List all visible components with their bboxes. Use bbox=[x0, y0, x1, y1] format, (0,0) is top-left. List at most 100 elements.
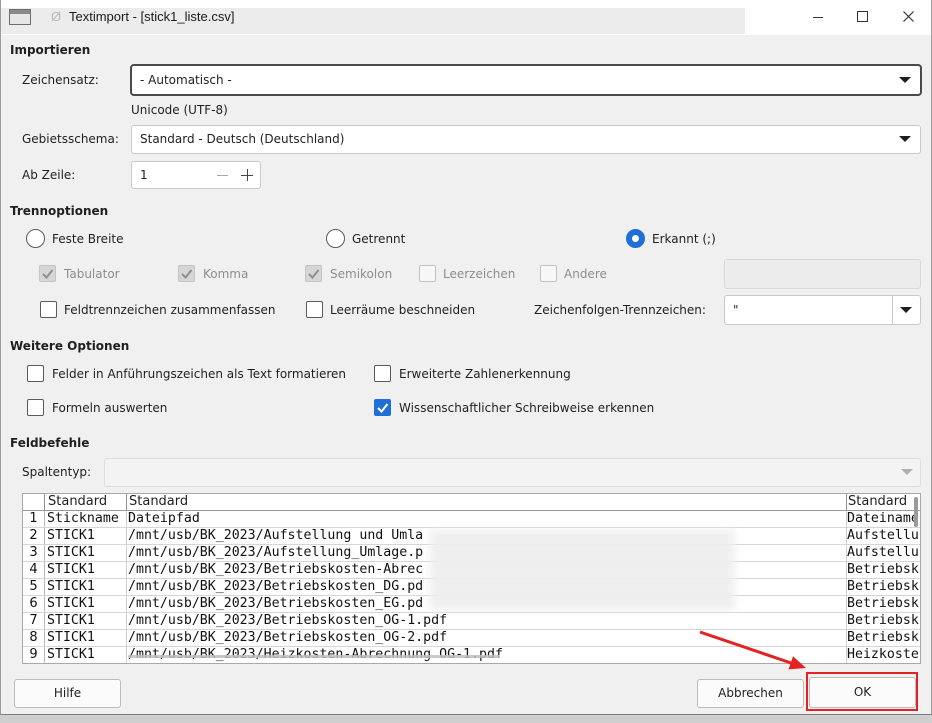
horizontal-scrollbar[interactable] bbox=[128, 655, 500, 658]
decrement-button[interactable] bbox=[210, 162, 234, 188]
table-cell[interactable]: Betriebsk bbox=[847, 613, 920, 629]
close-button[interactable] bbox=[885, 2, 931, 32]
charset-detected: Unicode (UTF-8) bbox=[131, 103, 228, 117]
separator-heading: Trennoptionen bbox=[10, 204, 109, 218]
table-row[interactable]: 1 Stickname Dateipfad Dateiname bbox=[23, 511, 920, 528]
checkmark-icon bbox=[377, 403, 389, 413]
space-label: Leerzeichen bbox=[443, 267, 516, 281]
checkbox-box bbox=[306, 301, 323, 318]
table-cell[interactable]: STICK1 bbox=[45, 528, 127, 544]
table-cell[interactable]: Stickname bbox=[45, 511, 127, 527]
table-cell[interactable]: Betriebsk bbox=[847, 630, 920, 646]
table-cell[interactable]: STICK1 bbox=[45, 596, 127, 612]
checkbox-box bbox=[374, 399, 391, 416]
table-cell[interactable]: STICK1 bbox=[45, 562, 127, 578]
chevron-down-icon bbox=[901, 469, 913, 475]
checkbox-box bbox=[40, 301, 57, 318]
minimize-icon bbox=[813, 17, 823, 18]
checkbox-box bbox=[419, 265, 436, 282]
close-icon bbox=[903, 11, 914, 22]
other-separator-input[interactable] bbox=[724, 259, 921, 289]
table-row[interactable]: 8 STICK1/mnt/usb/BK_2023/Betriebskosten_O… bbox=[23, 630, 920, 647]
cancel-button[interactable]: Abbrechen bbox=[697, 679, 804, 708]
checkbox-box bbox=[39, 265, 56, 282]
table-cell[interactable]: /mnt/usb/BK_2023/Betriebskosten_OG-2.pdf bbox=[127, 630, 847, 646]
evaluate-formulas-label: Formeln auswerten bbox=[52, 401, 168, 415]
increment-button[interactable] bbox=[234, 162, 258, 188]
from-row-stepper[interactable]: 1 bbox=[131, 161, 261, 189]
table-cell[interactable]: Betriebsk bbox=[847, 562, 920, 578]
table-cell[interactable]: STICK1 bbox=[45, 647, 127, 663]
table-cell[interactable]: Dateipfad bbox=[127, 511, 847, 527]
table-cell[interactable]: Dateiname bbox=[847, 511, 920, 527]
locale-dropdown[interactable]: Standard - Deutsch (Deutschland) bbox=[131, 125, 921, 154]
checkmark-icon bbox=[181, 269, 193, 279]
other-label: Andere bbox=[564, 267, 607, 281]
vertical-scrollbar[interactable] bbox=[914, 497, 918, 527]
trim-spaces-label: Leerräume beschneiden bbox=[330, 303, 476, 317]
string-delimiter-dropdown[interactable]: " bbox=[724, 295, 921, 325]
table-cell[interactable]: STICK1 bbox=[45, 630, 127, 646]
other-options-heading: Weitere Optionen bbox=[10, 339, 130, 353]
table-cell[interactable]: Aufstellu bbox=[847, 545, 920, 561]
minus-icon bbox=[217, 175, 228, 176]
minimize-button[interactable] bbox=[795, 2, 841, 32]
row-number[interactable]: 8 bbox=[23, 630, 45, 646]
column-type-label: Spaltentyp: bbox=[22, 465, 92, 479]
preview-grid[interactable]: Standard Standard Standard 1 Stickname Dat… bbox=[22, 493, 921, 664]
row-number[interactable]: 9 bbox=[23, 647, 45, 663]
column-type-dropdown[interactable] bbox=[104, 458, 921, 487]
maximize-button[interactable] bbox=[839, 2, 885, 32]
table-cell[interactable]: Betriebsk bbox=[847, 579, 920, 595]
separated-label: Getrennt bbox=[352, 232, 406, 246]
tabulator-label: Tabulator bbox=[64, 267, 120, 281]
table-cell[interactable]: Aufstellu bbox=[847, 528, 920, 544]
help-button[interactable]: Hilfe bbox=[14, 679, 121, 708]
table-cell[interactable]: STICK1 bbox=[45, 545, 127, 561]
checkbox-box bbox=[178, 265, 195, 282]
column-header-3[interactable]: Standard bbox=[847, 494, 920, 511]
window-icon bbox=[9, 9, 31, 25]
row-number[interactable]: 3 bbox=[23, 545, 45, 561]
checkbox-box bbox=[305, 265, 322, 282]
radio-circle bbox=[326, 229, 345, 248]
checkmark-icon bbox=[308, 269, 320, 279]
column-header-1[interactable]: Standard bbox=[45, 494, 127, 511]
table-cell[interactable]: Betriebsk bbox=[847, 596, 920, 612]
title-bar[interactable]: Ø Textimport - [stick1_liste.csv] bbox=[0, 0, 932, 35]
chevron-down-icon[interactable] bbox=[900, 307, 912, 313]
row-number[interactable]: 2 bbox=[23, 528, 45, 544]
title-prefix: Ø bbox=[51, 9, 62, 24]
row-number[interactable]: 1 bbox=[23, 511, 45, 527]
radio-circle bbox=[626, 229, 645, 248]
window-title: Textimport - [stick1_liste.csv] bbox=[69, 9, 235, 24]
radio-circle bbox=[26, 229, 45, 248]
table-cell[interactable]: Heizkoste bbox=[847, 647, 920, 663]
table-row[interactable]: 7 STICK1/mnt/usb/BK_2023/Betriebskosten_O… bbox=[23, 613, 920, 630]
from-row-label: Ab Zeile: bbox=[22, 168, 76, 182]
row-number[interactable]: 4 bbox=[23, 562, 45, 578]
checkbox-box bbox=[27, 399, 44, 416]
charset-label: Zeichensatz: bbox=[22, 73, 99, 87]
fields-heading: Feldbefehle bbox=[10, 436, 90, 450]
detected-label: Erkannt (;) bbox=[652, 232, 716, 246]
comma-label: Komma bbox=[203, 267, 249, 281]
table-cell[interactable]: STICK1 bbox=[45, 613, 127, 629]
chevron-down-icon bbox=[899, 77, 911, 83]
charset-dropdown[interactable]: - Automatisch - bbox=[130, 64, 922, 96]
redaction-blur bbox=[430, 530, 735, 610]
column-header-2[interactable]: Standard bbox=[127, 494, 847, 511]
charset-value: - Automatisch - bbox=[140, 73, 232, 87]
table-cell[interactable]: STICK1 bbox=[45, 579, 127, 595]
row-number[interactable]: 7 bbox=[23, 613, 45, 629]
scientific-notation-label: Wissenschaftlicher Schreibweise erkennen bbox=[399, 401, 655, 415]
table-cell[interactable]: /mnt/usb/BK_2023/Betriebskosten_OG-1.pdf bbox=[127, 613, 847, 629]
row-number[interactable]: 5 bbox=[23, 579, 45, 595]
row-number[interactable]: 6 bbox=[23, 596, 45, 612]
string-delimiter-value: " bbox=[733, 303, 739, 317]
fixed-width-label: Feste Breite bbox=[52, 232, 124, 246]
checkbox-box bbox=[374, 365, 391, 382]
chevron-down-icon bbox=[899, 136, 911, 142]
plus-icon-stem bbox=[246, 169, 248, 181]
string-delimiter-label: Zeichenfolgen-Trennzeichen: bbox=[534, 303, 706, 317]
